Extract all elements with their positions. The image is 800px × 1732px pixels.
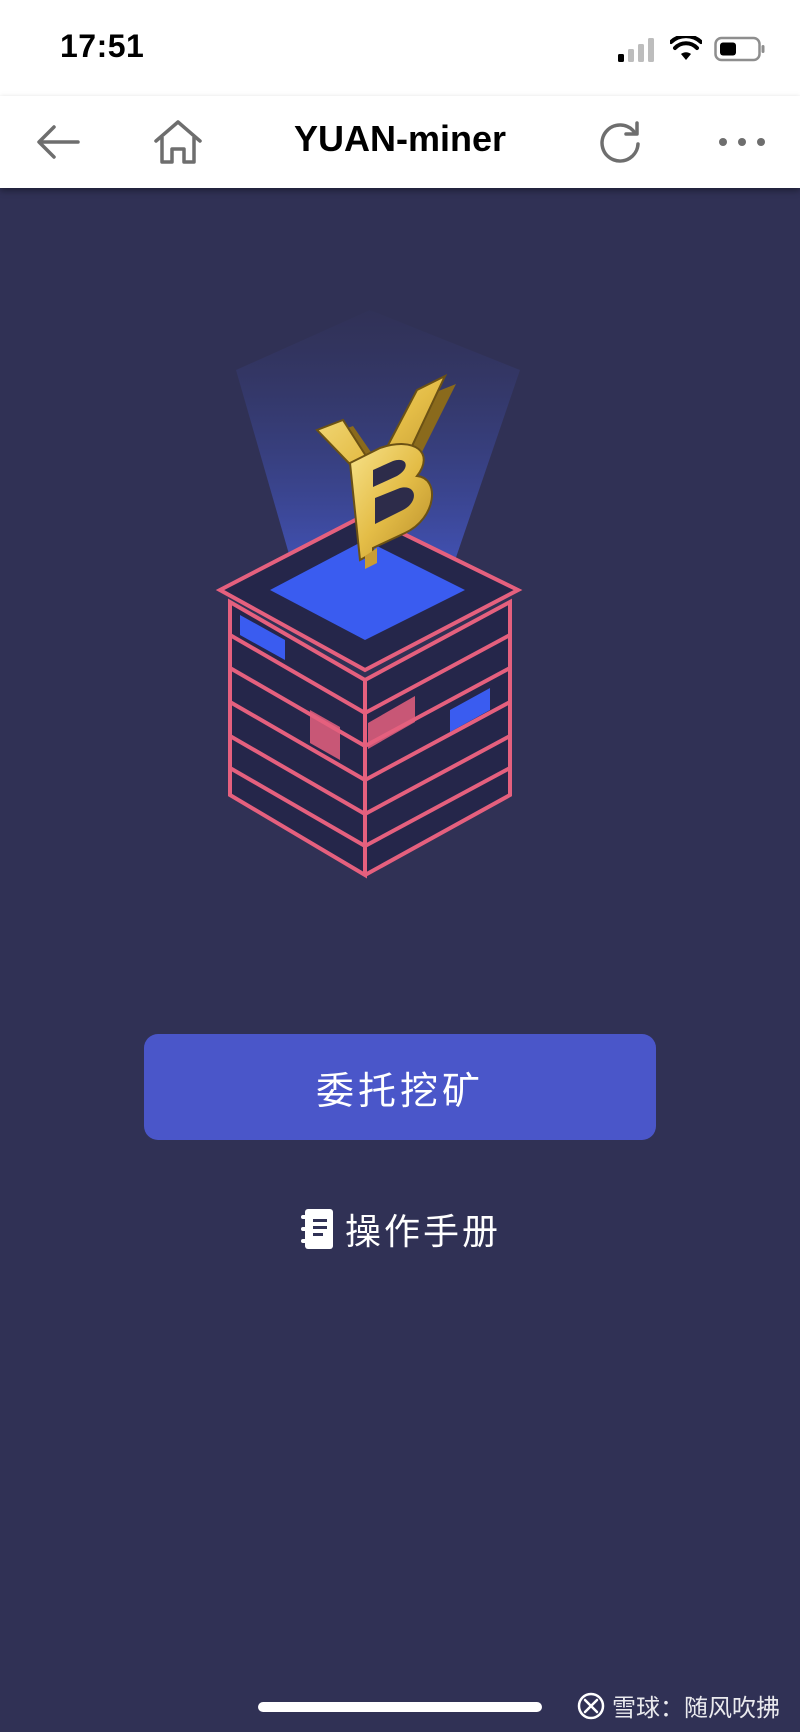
battery-icon bbox=[714, 36, 765, 62]
more-button[interactable] bbox=[712, 114, 772, 170]
back-arrow-icon bbox=[37, 125, 80, 159]
nav-bar: YUAN-miner bbox=[0, 96, 800, 188]
home-indicator[interactable] bbox=[258, 1702, 542, 1712]
watermark: 雪球：随风吹拂 bbox=[576, 1688, 780, 1723]
watermark-text: 雪球：随风吹拂 bbox=[612, 1695, 780, 1722]
operation-manual-link[interactable]: 操作手册 bbox=[0, 1204, 800, 1254]
status-bar: 17:51 bbox=[0, 0, 800, 96]
signal-icon bbox=[618, 38, 654, 62]
home-icon bbox=[154, 120, 202, 164]
xueqiu-logo-icon bbox=[577, 1692, 605, 1719]
more-icon bbox=[719, 138, 765, 146]
back-button[interactable] bbox=[28, 114, 88, 170]
page-title: YUAN-miner bbox=[293, 118, 507, 159]
wifi-icon bbox=[670, 36, 702, 60]
notebook-icon bbox=[300, 1209, 333, 1249]
entrust-mining-button[interactable]: 委托挖矿 bbox=[144, 1034, 656, 1140]
refresh-icon bbox=[600, 121, 640, 163]
status-icons bbox=[618, 34, 768, 64]
refresh-button[interactable] bbox=[590, 114, 650, 170]
status-time: 17:51 bbox=[60, 28, 145, 64]
home-button[interactable] bbox=[148, 114, 208, 170]
miner-illustration bbox=[215, 310, 523, 879]
operation-manual-label: 操作手册 bbox=[344, 1211, 501, 1252]
